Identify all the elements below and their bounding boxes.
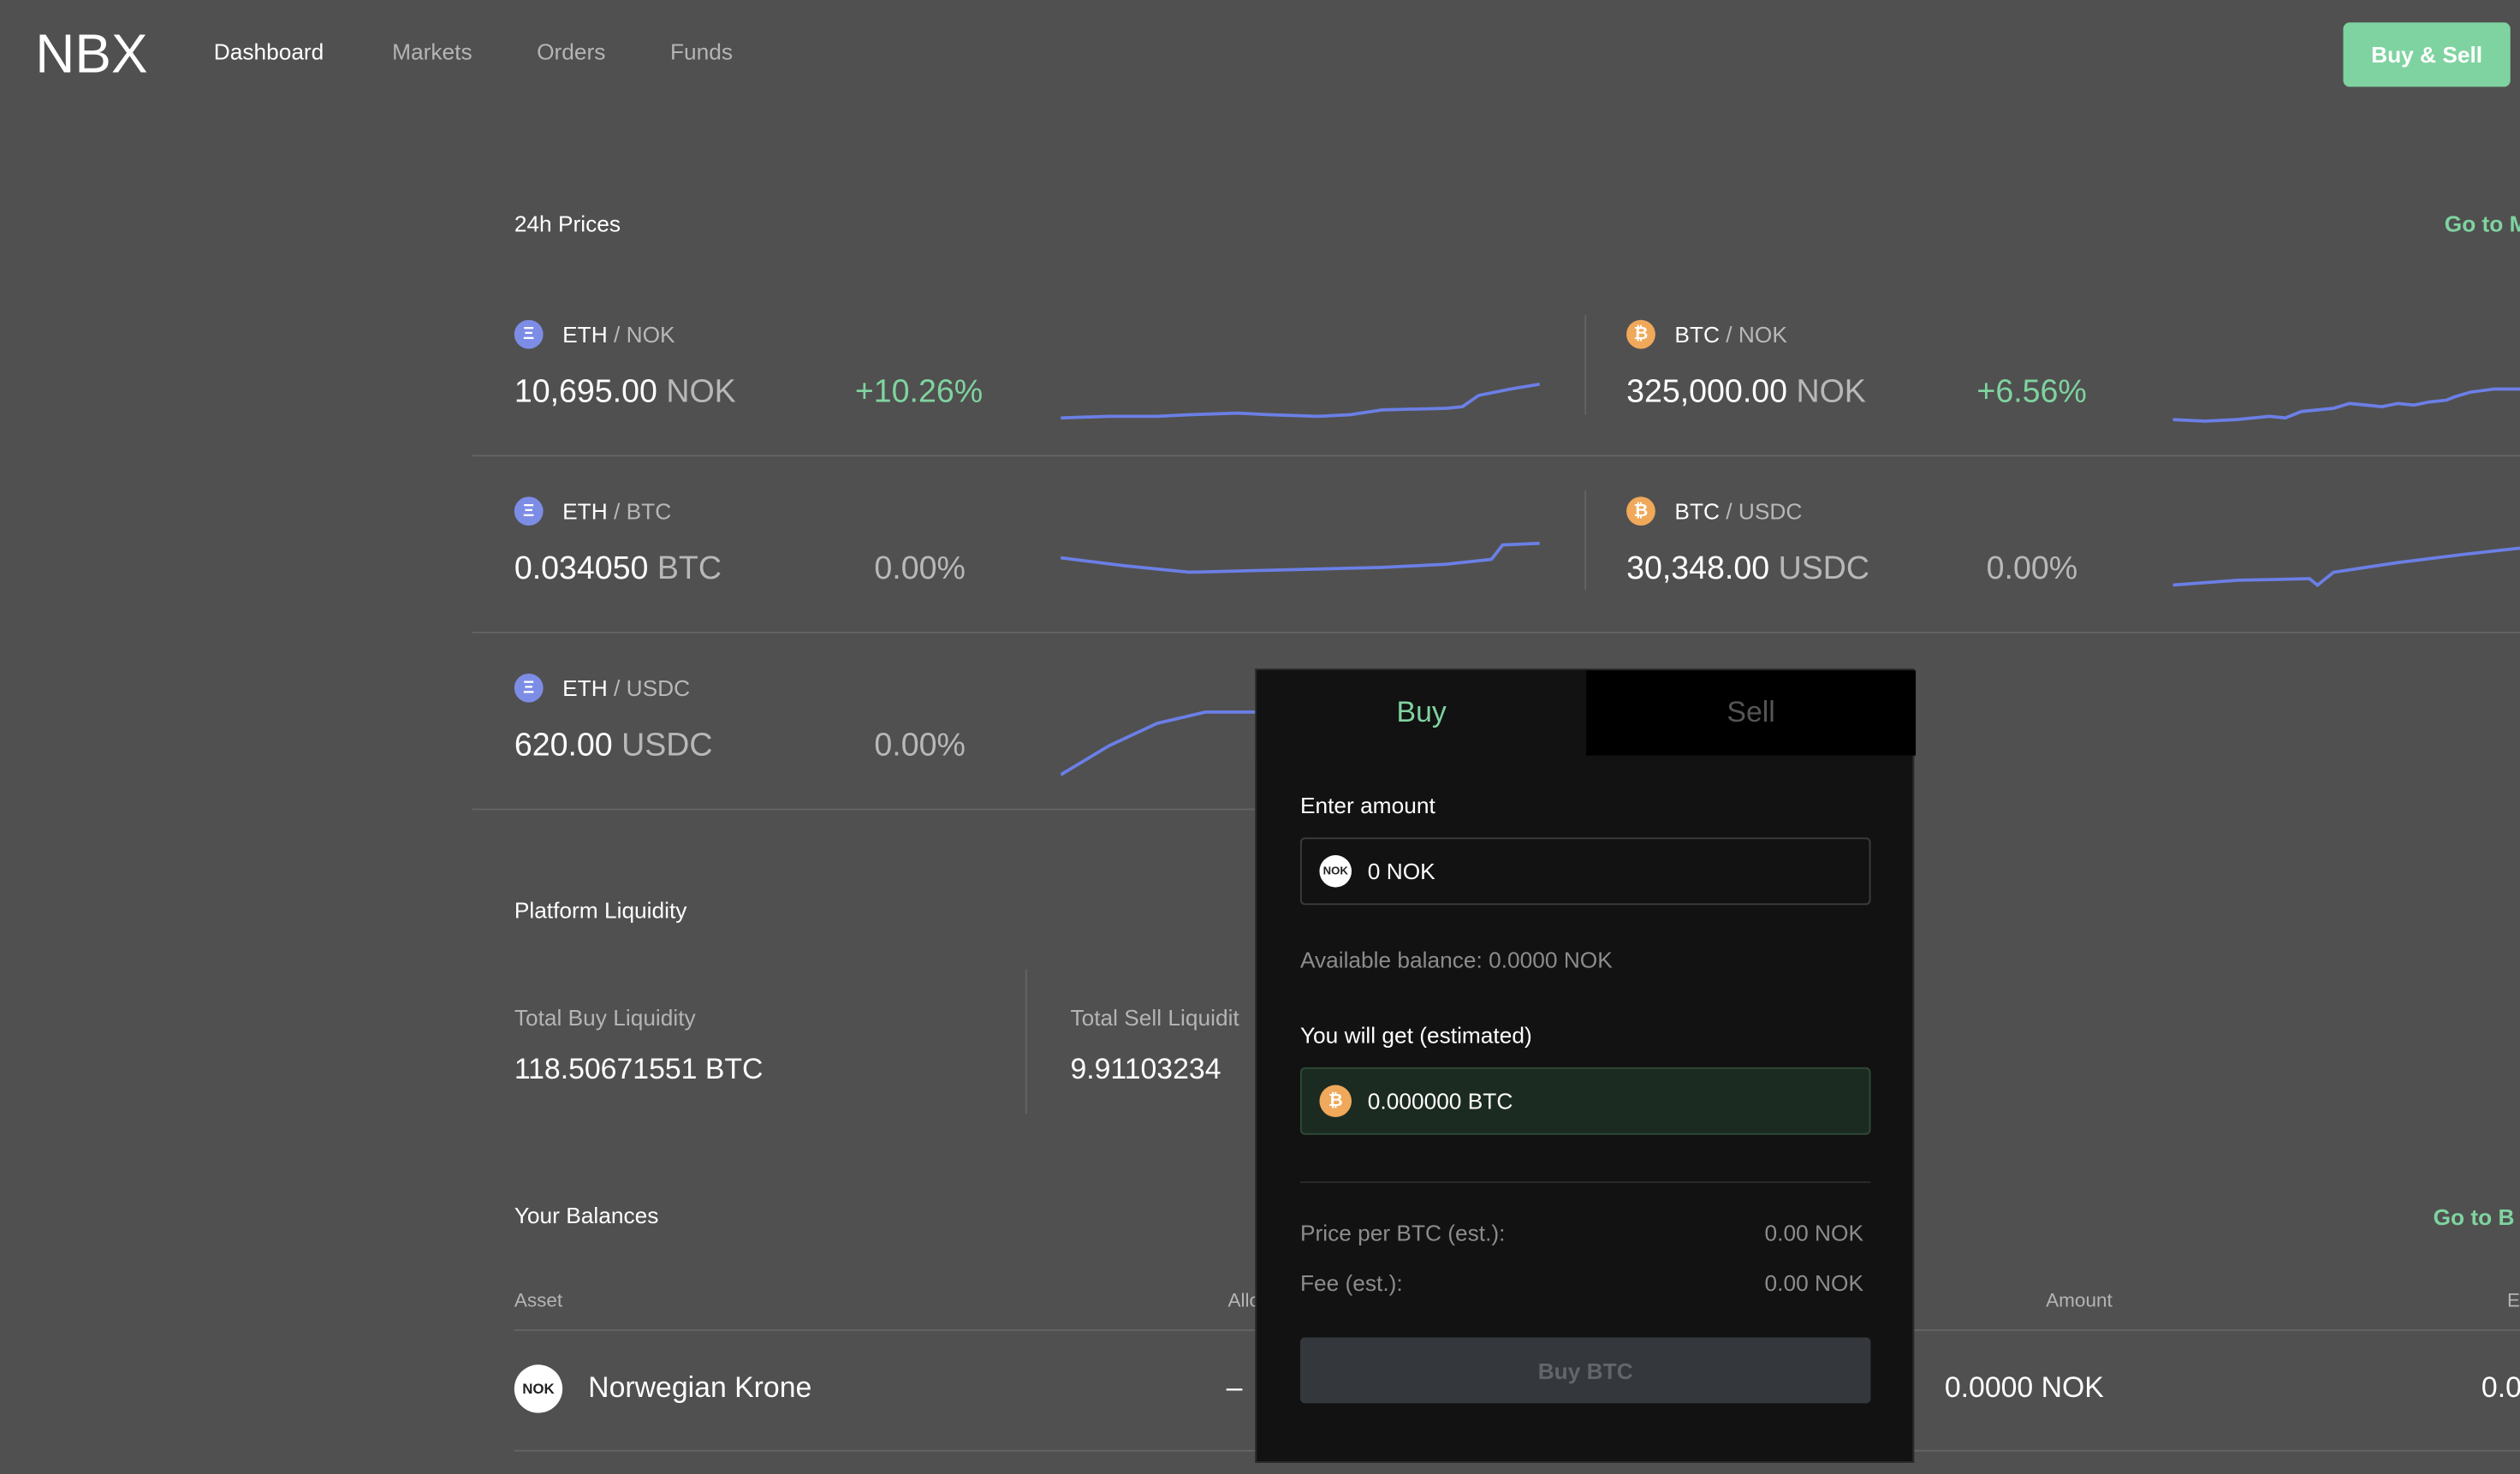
nok-currency-icon: NOK [514,1364,563,1413]
tab-buy[interactable]: Buy [1257,670,1587,756]
price-number: 620.00 [514,728,613,764]
pair-base: ETH [562,498,608,525]
liquidity-section-title: Platform Liquidity [514,896,687,923]
sell-liquidity-value: 9.91103234 [1070,1052,1221,1085]
sparkline-btc-usdc [2172,546,2520,587]
pair-quote: / NOK [1726,321,1787,348]
enter-amount-label: Enter amount [1299,792,1435,818]
row-divider [472,631,2520,633]
column-header-asset[interactable]: Asset [514,1289,562,1311]
pair-quote: / USDC [1726,498,1803,525]
price-number: 30,348.00 [1626,551,1770,587]
fee-label: Fee (est.): [1299,1269,1403,1296]
ethereum-icon: Ξ [514,496,544,526]
ethereum-icon: Ξ [514,673,544,703]
estimated-output-value: 0.000000 BTC [1367,1088,1513,1114]
row-divider [472,455,2520,457]
nav-dashboard[interactable]: Dashboard [214,39,324,64]
pair-quote: / USDC [614,675,691,701]
bitcoin-icon: ₿ [1319,1085,1352,1118]
buy-liquidity-label: Total Buy Liquidity [514,1004,696,1031]
price-unit: BTC [657,551,722,587]
price-value: 620.00 USDC [514,728,713,765]
amount-input-value: 0 NOK [1367,858,1435,884]
price-unit: USDC [621,728,713,764]
pair-label[interactable]: BTC / NOK [1674,322,1786,348]
row-divider [472,808,1260,811]
bitcoin-icon: ₿ [1626,319,1655,349]
nav-orders[interactable]: Orders [537,39,605,64]
bitcoin-icon: ₿ [1626,496,1655,526]
price-number: 10,695.00 [514,374,657,410]
pair-base: BTC [1674,498,1720,525]
tab-sell[interactable]: Sell [1586,670,1917,756]
nbx-logo[interactable]: NBX [35,20,158,84]
sparkline-eth-usdc [1061,710,1257,776]
price-value: 30,348.00 USDC [1626,551,1869,588]
price-number: 0.034050 [514,551,649,587]
pair-base: BTC [1674,321,1720,348]
estimated-output-field: ₿ 0.000000 BTC [1299,1067,1871,1135]
asset-name[interactable]: Norwegian Krone [588,1371,811,1405]
column-header-estimate[interactable]: E [2507,1289,2520,1311]
sparkline-btc-nok [2172,387,2520,423]
nav-funds[interactable]: Funds [670,39,733,64]
price-unit: USDC [1778,551,1870,587]
modal-divider [1299,1181,1871,1184]
trade-modal: Buy Sell Enter amount NOK 0 NOK Availabl… [1255,669,1917,1463]
price-per-btc-value: 0.00 NOK [1764,1220,1863,1246]
buy-btc-button[interactable]: Buy BTC [1299,1337,1871,1404]
pair-quote: / BTC [614,498,672,525]
buy-sell-button[interactable]: Buy & Sell [2343,22,2511,87]
column-divider [1584,315,1587,415]
buy-liquidity-value: 118.50671551 BTC [514,1052,764,1085]
pair-base: ETH [562,321,608,348]
pair-quote: / NOK [614,321,675,348]
asset-amount: 0.0000 NOK [1944,1370,2104,1404]
price-value: 0.034050 BTC [514,551,722,588]
sparkline-eth-btc [1061,541,1540,574]
available-balance: Available balance: 0.0000 NOK [1299,947,1613,973]
price-change: 0.00% [874,728,966,764]
sell-liquidity-label: Total Sell Liquidit [1070,1004,1239,1031]
pair-label[interactable]: ETH / USDC [562,675,690,701]
pair-label[interactable]: ETH / NOK [562,322,675,348]
go-to-balances-link[interactable]: Go to B [2434,1204,2515,1230]
price-unit: NOK [666,374,736,410]
prices-section-title: 24h Prices [514,210,621,237]
price-value: 10,695.00 NOK [514,375,736,412]
go-to-markets-link[interactable]: Go to M [2445,211,2520,236]
price-number: 325,000.00 [1626,374,1788,410]
price-change: +6.56% [1976,374,2087,410]
nok-currency-icon: NOK [1319,855,1352,888]
you-will-get-label: You will get (estimated) [1299,1022,1532,1049]
price-change: +10.26% [854,374,984,410]
pair-label[interactable]: BTC / USDC [1674,498,1802,524]
price-change: 0.00% [1986,551,2078,587]
price-value: 325,000.00 NOK [1626,375,1866,412]
price-per-btc-label: Price per BTC (est.): [1299,1220,1506,1246]
pair-label[interactable]: ETH / BTC [562,498,671,524]
price-unit: NOK [1796,374,1866,410]
amount-input[interactable]: NOK 0 NOK [1299,837,1871,906]
svg-text:NBX: NBX [35,22,147,83]
balances-section-title: Your Balances [514,1202,659,1228]
price-change: 0.00% [874,551,966,587]
liquidity-divider [1025,969,1027,1114]
column-header-amount[interactable]: Amount [2046,1289,2113,1311]
column-divider [1584,490,1587,591]
pair-base: ETH [562,675,608,701]
fee-value: 0.00 NOK [1764,1269,1863,1296]
asset-estimate: 0.0 [2481,1370,2520,1404]
asset-allocation: – [1226,1370,1243,1404]
sparkline-eth-nok [1061,382,1541,420]
ethereum-icon: Ξ [514,319,544,349]
nav-markets[interactable]: Markets [392,39,472,64]
